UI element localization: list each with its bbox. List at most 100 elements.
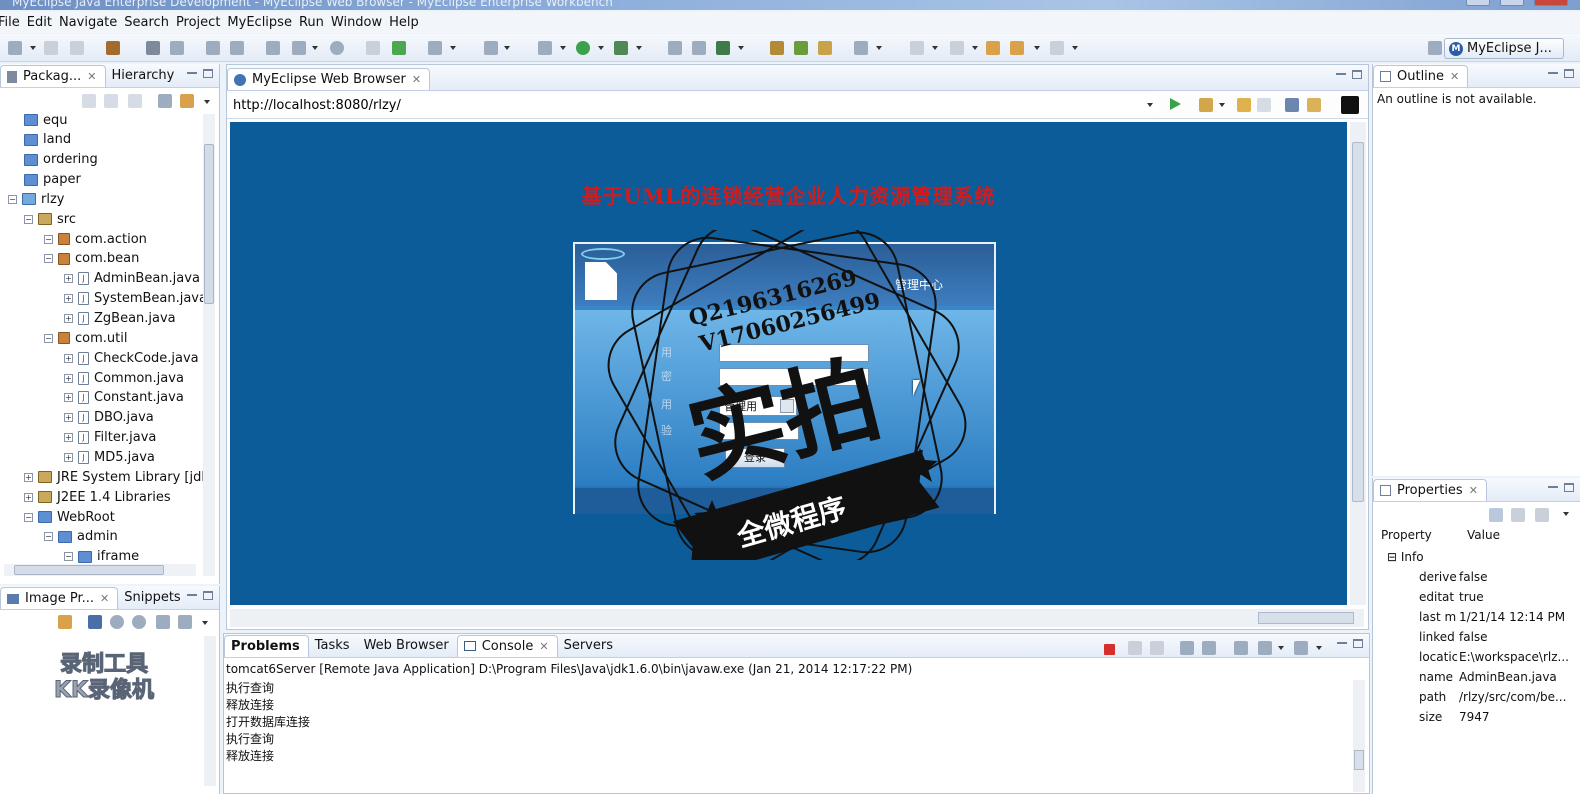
tab-snippets[interactable]: Snippets xyxy=(118,587,188,609)
console-scrollbar[interactable] xyxy=(1353,680,1365,792)
next-annotation-icon[interactable] xyxy=(910,41,924,55)
tree-item[interactable]: paper xyxy=(24,170,81,190)
open-type-icon[interactable] xyxy=(106,41,120,55)
username-input[interactable] xyxy=(719,344,869,362)
console-output[interactable]: 执行查询 释放连接 打开数据库连接 执行查询 释放连接 xyxy=(226,680,1346,765)
expand-toggle-icon[interactable]: − xyxy=(44,234,53,244)
new-icon[interactable] xyxy=(8,41,22,55)
external-tools-icon[interactable] xyxy=(614,41,628,55)
search-tool-icon[interactable] xyxy=(770,41,784,55)
globe-icon[interactable] xyxy=(330,41,344,55)
menu-edit[interactable]: Edit xyxy=(27,15,60,30)
fit-image-icon[interactable] xyxy=(88,615,102,629)
annotation-icon[interactable] xyxy=(854,41,868,55)
tree-item[interactable]: − src xyxy=(24,209,76,229)
server-stop-icon[interactable] xyxy=(230,41,244,55)
image-preview-scrollbar[interactable] xyxy=(204,636,216,786)
tab-image-preview[interactable]: Image Pr... ✕ xyxy=(0,587,119,609)
minimize-button[interactable] xyxy=(1466,0,1490,6)
property-row[interactable]: derive false xyxy=(1373,570,1580,590)
new-wizard-icon[interactable] xyxy=(484,41,498,55)
go-icon[interactable] xyxy=(1170,98,1181,110)
tree-item[interactable]: − rlzy xyxy=(8,189,64,209)
minimize-view-icon[interactable] xyxy=(1336,73,1346,76)
layout-icon[interactable] xyxy=(692,41,706,55)
property-row[interactable]: last m 1/21/14 12:14 PM xyxy=(1373,610,1580,630)
terminate-icon[interactable] xyxy=(1104,644,1115,655)
property-row[interactable]: linked false xyxy=(1373,630,1580,650)
deploy-icon[interactable] xyxy=(170,41,184,55)
expand-toggle-icon[interactable]: − xyxy=(64,552,73,562)
remove-launch-icon[interactable] xyxy=(1128,641,1142,655)
login-button[interactable]: 登录 xyxy=(725,448,785,468)
tab-package-explorer[interactable]: Packag... ✕ xyxy=(0,65,106,87)
close-window-button[interactable] xyxy=(1534,0,1568,6)
refresh-browser-icon[interactable] xyxy=(1285,98,1299,112)
expand-toggle-icon[interactable]: + xyxy=(64,373,73,383)
forward-icon[interactable] xyxy=(1010,41,1024,55)
close-icon[interactable]: ✕ xyxy=(1450,70,1459,83)
minimize-view-icon[interactable] xyxy=(1548,72,1558,75)
tab-outline[interactable]: Outline ✕ xyxy=(1373,65,1469,87)
folder-open-icon[interactable] xyxy=(818,41,832,55)
stop-browser-icon[interactable] xyxy=(1341,96,1359,114)
tab-properties[interactable]: Properties ✕ xyxy=(1373,479,1487,501)
maximize-view-icon[interactable] xyxy=(1564,483,1574,492)
expand-toggle-icon[interactable]: + xyxy=(64,294,73,304)
close-icon[interactable]: ✕ xyxy=(539,640,548,653)
print-icon[interactable] xyxy=(70,41,84,55)
maximize-view-icon[interactable] xyxy=(203,69,213,78)
expand-toggle-icon[interactable]: + xyxy=(64,274,73,284)
categories-icon[interactable] xyxy=(1489,508,1503,522)
open-perspective-icon[interactable] xyxy=(668,41,682,55)
tree-vertical-scrollbar[interactable] xyxy=(203,114,215,576)
expand-toggle-icon[interactable]: − xyxy=(44,254,53,264)
menu-window[interactable]: Window xyxy=(331,15,390,30)
tree-item[interactable]: + J SystemBean.java xyxy=(64,289,205,309)
database-icon[interactable] xyxy=(266,41,280,55)
actual-size-icon[interactable] xyxy=(156,615,170,629)
tree-horizontal-scrollbar[interactable] xyxy=(4,564,196,576)
view-menu-icon[interactable] xyxy=(204,100,210,104)
tree-item[interactable]: ordering xyxy=(24,150,98,170)
expand-toggle-icon[interactable]: + xyxy=(64,452,73,462)
expand-toggle-icon[interactable]: + xyxy=(64,353,73,363)
menu-project[interactable]: Project xyxy=(176,15,228,30)
open-console-icon[interactable] xyxy=(1294,641,1308,655)
tree-item[interactable]: + J MD5.java xyxy=(64,447,155,467)
maximize-view-icon[interactable] xyxy=(1353,639,1363,648)
tree-item[interactable]: + J DBO.java xyxy=(64,408,154,428)
refresh-image-icon[interactable] xyxy=(58,615,72,629)
run-icon[interactable] xyxy=(576,41,590,55)
tree-item[interactable]: + J ZgBean.java xyxy=(64,309,176,329)
task-icon[interactable] xyxy=(794,41,808,55)
tree-item[interactable]: − com.action xyxy=(44,229,147,249)
expand-toggle-icon[interactable]: + xyxy=(64,314,73,323)
remove-all-icon[interactable] xyxy=(1150,641,1164,655)
close-icon[interactable]: ✕ xyxy=(412,73,421,86)
tree-item[interactable]: − admin xyxy=(44,527,118,547)
expand-toggle-icon[interactable]: − xyxy=(44,532,53,542)
close-icon[interactable]: ✕ xyxy=(100,592,109,605)
menu-file[interactable]: File xyxy=(0,15,28,30)
minimize-view-icon[interactable] xyxy=(1337,642,1347,645)
tree-item[interactable]: equ xyxy=(24,114,68,130)
tab-console[interactable]: Console ✕ xyxy=(456,635,558,657)
disabled-tool-icon[interactable] xyxy=(366,41,380,55)
expand-toggle-icon[interactable]: + xyxy=(24,472,33,482)
add-icon[interactable] xyxy=(392,41,406,55)
build-icon[interactable] xyxy=(146,41,160,55)
tree-item[interactable]: land xyxy=(24,130,71,150)
server-icon[interactable] xyxy=(206,41,220,55)
tree-item[interactable]: − com.util xyxy=(44,328,127,348)
tree-item[interactable]: + J2EE 1.4 Libraries xyxy=(24,487,171,507)
minimize-view-icon[interactable] xyxy=(187,594,197,597)
rotate-icon[interactable] xyxy=(178,615,192,629)
history-icon[interactable] xyxy=(1050,41,1064,55)
captcha-input[interactable] xyxy=(719,422,799,440)
debug-icon[interactable] xyxy=(538,41,552,55)
tab-problems[interactable]: Problems xyxy=(224,635,309,657)
link-editor-icon[interactable] xyxy=(180,94,194,108)
tree-item[interactable]: − com.bean xyxy=(44,249,139,269)
tab-web-browser[interactable]: MyEclipse Web Browser ✕ xyxy=(227,68,431,90)
